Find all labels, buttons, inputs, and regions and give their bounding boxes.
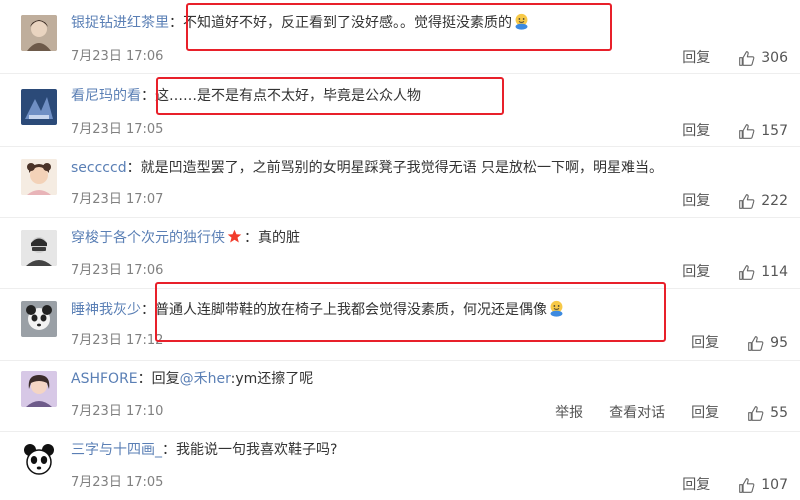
comment-text-line: 睡神我灰少：普通人连脚带鞋的放在椅子上我都会觉得没素质，何况还是偶像 <box>71 300 565 319</box>
comment-text-line: 银捉钻进红茶里：不知道好不好，反正看到了没好感。。觉得挺没素质的 <box>71 13 530 32</box>
like-button[interactable]: 114 <box>738 263 788 281</box>
comment-text: 不知道好不好，反正看到了没好感。。觉得挺没素质的 <box>183 15 512 31</box>
comment-time: 7月23日 17:10 <box>71 404 164 419</box>
comment-text: 真的脏 <box>258 230 300 246</box>
star-icon <box>227 229 242 243</box>
doge-icon <box>550 300 563 317</box>
comment-item: 三字与十四画_：我能说一句我喜欢鞋子吗? 7月23日 17:05 回复 107 <box>0 432 800 500</box>
comment-item: ASHFORE：回复@禾her:ym还擦了呢 7月23日 17:10 举报 查看… <box>0 361 800 432</box>
thumbs-up-icon <box>739 50 755 66</box>
separator: ： <box>137 371 152 387</box>
comment-time: 7月23日 17:05 <box>71 475 164 490</box>
separator: ： <box>169 15 183 31</box>
thumbs-up-icon <box>748 405 764 421</box>
comment-actions: 回复 107 <box>656 476 788 494</box>
like-count: 222 <box>761 193 788 209</box>
avatar[interactable] <box>21 301 57 337</box>
avatar[interactable] <box>21 15 57 51</box>
reply-button[interactable]: 回复 <box>682 192 710 210</box>
comment-actions: 回复 306 <box>656 49 788 67</box>
doge-icon <box>515 13 528 30</box>
comment-item: 穿梭于各个次元的独行侠 ：真的脏 7月23日 17:06 回复 114 <box>0 218 800 289</box>
comment-text: 普通人连脚带鞋的放在椅子上我都会觉得没素质，何况还是偶像 <box>155 302 547 318</box>
like-button[interactable]: 222 <box>738 192 788 210</box>
thumbs-up-icon <box>739 193 755 209</box>
thumbs-up-icon <box>748 335 764 351</box>
comment-item: 看尼玛的看：这……是不是有点不太好，毕竟是公众人物 7月23日 17:05 回复… <box>0 74 800 147</box>
username-link[interactable]: 三字与十四画_ <box>71 442 162 458</box>
like-count: 95 <box>770 335 788 351</box>
thumbs-up-icon <box>739 264 755 280</box>
like-count: 114 <box>761 264 788 280</box>
avatar[interactable] <box>21 230 57 266</box>
comment-item: seccccd：就是凹造型罢了，之前骂别的女明星踩凳子我觉得无语 只是放松一下啊… <box>0 147 800 218</box>
avatar[interactable] <box>21 371 57 407</box>
reply-button[interactable]: 回复 <box>682 476 710 494</box>
like-button[interactable]: 107 <box>738 476 788 494</box>
like-count: 107 <box>761 477 788 493</box>
comment-text-line: 穿梭于各个次元的独行侠 ：真的脏 <box>71 229 300 247</box>
reply-button[interactable]: 回复 <box>691 404 719 422</box>
comment-item: 银捉钻进红茶里：不知道好不好，反正看到了没好感。。觉得挺没素质的 7月23日 1… <box>0 0 800 74</box>
comment-text: :ym还擦了呢 <box>230 371 314 387</box>
username-link[interactable]: 看尼玛的看 <box>71 88 141 104</box>
comment-actions: 回复 95 <box>665 334 788 352</box>
reply-button[interactable]: 回复 <box>682 263 710 281</box>
separator: ： <box>141 302 155 318</box>
username-link[interactable]: 银捉钻进红茶里 <box>71 15 169 31</box>
comment-text: 我能说一句我喜欢鞋子吗? <box>176 442 338 458</box>
username-link[interactable]: 穿梭于各个次元的独行侠 <box>71 230 225 246</box>
avatar[interactable] <box>21 159 57 195</box>
avatar[interactable] <box>21 89 57 125</box>
like-button[interactable]: 95 <box>747 334 788 352</box>
view-thread-button[interactable]: 查看对话 <box>609 404 665 422</box>
mention-link[interactable]: @禾her <box>180 371 231 387</box>
like-count: 306 <box>761 50 788 66</box>
comment-text-line: 三字与十四画_：我能说一句我喜欢鞋子吗? <box>71 441 337 459</box>
separator: ： <box>162 442 176 458</box>
comment-text: 就是凹造型罢了，之前骂别的女明星踩凳子我觉得无语 只是放松一下啊，明星难当。 <box>140 160 664 176</box>
report-button[interactable]: 举报 <box>555 404 583 422</box>
reply-prefix: 回复 <box>151 371 180 387</box>
comment-time: 7月23日 17:06 <box>71 263 164 278</box>
comment-time: 7月23日 17:06 <box>71 49 164 64</box>
avatar[interactable] <box>21 442 57 478</box>
thumbs-up-icon <box>739 123 755 139</box>
like-button[interactable]: 306 <box>738 49 788 67</box>
comment-actions: 举报 查看对话 回复 55 <box>529 404 788 422</box>
comment-time: 7月23日 17:12 <box>71 333 164 348</box>
comment-time: 7月23日 17:05 <box>71 122 164 137</box>
comment-actions: 回复 114 <box>656 263 788 281</box>
separator: ： <box>126 160 141 176</box>
comment-text-line: seccccd：就是凹造型罢了，之前骂别的女明星踩凳子我觉得无语 只是放松一下啊… <box>71 159 663 177</box>
separator: ： <box>141 88 155 104</box>
comment-actions: 回复 157 <box>656 122 788 140</box>
reply-button[interactable]: 回复 <box>682 122 710 140</box>
reply-button[interactable]: 回复 <box>691 334 719 352</box>
like-button[interactable]: 157 <box>738 122 788 140</box>
reply-button[interactable]: 回复 <box>682 49 710 67</box>
comment-text-line: ASHFORE：回复@禾her:ym还擦了呢 <box>71 370 313 388</box>
comment-actions: 回复 222 <box>656 192 788 210</box>
comment-text-line: 看尼玛的看：这……是不是有点不太好，毕竟是公众人物 <box>71 87 421 105</box>
like-count: 55 <box>770 405 788 421</box>
username-link[interactable]: seccccd <box>71 160 127 176</box>
thumbs-up-icon <box>739 477 755 493</box>
comment-time: 7月23日 17:07 <box>71 192 164 207</box>
separator: ： <box>244 230 258 246</box>
comment-item: 睡神我灰少：普通人连脚带鞋的放在椅子上我都会觉得没素质，何况还是偶像 7月23日… <box>0 289 800 361</box>
username-link[interactable]: ASHFORE <box>71 371 138 387</box>
like-button[interactable]: 55 <box>747 404 788 422</box>
comment-text: 这……是不是有点不太好，毕竟是公众人物 <box>155 88 421 104</box>
username-link[interactable]: 睡神我灰少 <box>71 302 141 318</box>
like-count: 157 <box>761 123 788 139</box>
